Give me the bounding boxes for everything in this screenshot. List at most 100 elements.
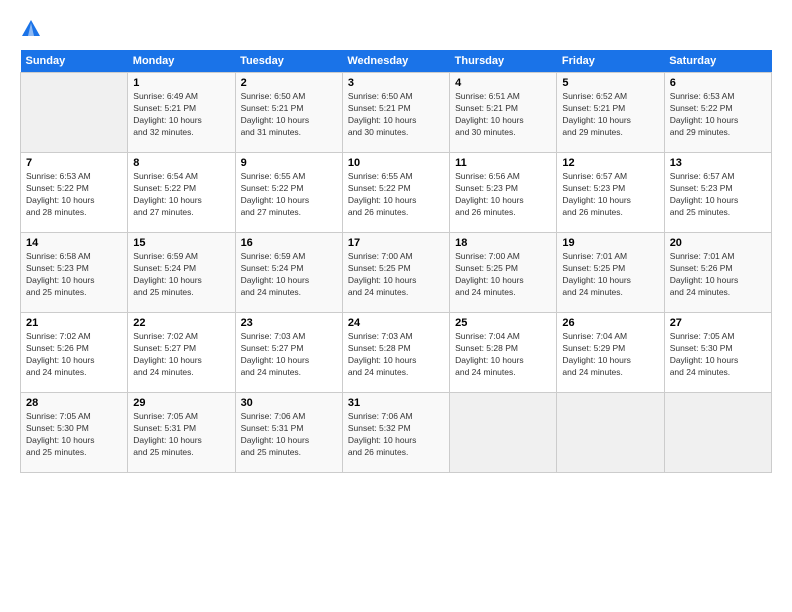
day-number: 17: [348, 237, 444, 249]
day-info: Sunrise: 6:53 AMSunset: 5:22 PMDaylight:…: [26, 171, 122, 219]
calendar-cell: [450, 393, 557, 473]
day-number: 27: [670, 317, 766, 329]
calendar-cell: 29 Sunrise: 7:05 AMSunset: 5:31 PMDayligh…: [128, 393, 235, 473]
day-number: 1: [133, 77, 229, 89]
day-info: Sunrise: 7:00 AMSunset: 5:25 PMDaylight:…: [348, 251, 444, 299]
calendar-cell: 5 Sunrise: 6:52 AMSunset: 5:21 PMDaylight…: [557, 73, 664, 153]
page: SundayMondayTuesdayWednesdayThursdayFrid…: [0, 0, 792, 612]
day-info: Sunrise: 6:50 AMSunset: 5:21 PMDaylight:…: [241, 91, 337, 139]
day-info: Sunrise: 6:53 AMSunset: 5:22 PMDaylight:…: [670, 91, 766, 139]
day-number: 25: [455, 317, 551, 329]
calendar-cell: 7 Sunrise: 6:53 AMSunset: 5:22 PMDaylight…: [21, 153, 128, 233]
day-info: Sunrise: 6:59 AMSunset: 5:24 PMDaylight:…: [133, 251, 229, 299]
calendar-cell: [21, 73, 128, 153]
calendar-cell: 11Sunrise: 6:56 AMSunset: 5:23 PMDayligh…: [450, 153, 557, 233]
calendar-header: SundayMondayTuesdayWednesdayThursdayFrid…: [21, 50, 772, 73]
day-info: Sunrise: 6:52 AMSunset: 5:21 PMDaylight:…: [562, 91, 658, 139]
header-row: SundayMondayTuesdayWednesdayThursdayFrid…: [21, 50, 772, 73]
day-number: 18: [455, 237, 551, 249]
header-cell-thursday: Thursday: [450, 50, 557, 73]
day-number: 12: [562, 157, 658, 169]
calendar-week-5: 28 Sunrise: 7:05 AMSunset: 5:30 PMDayligh…: [21, 393, 772, 473]
day-number: 23: [241, 317, 337, 329]
day-number: 19: [562, 237, 658, 249]
calendar-cell: 22 Sunrise: 7:02 AMSunset: 5:27 PMDayligh…: [128, 313, 235, 393]
calendar-cell: 15 Sunrise: 6:59 AMSunset: 5:24 PMDayligh…: [128, 233, 235, 313]
day-info: Sunrise: 7:06 AMSunset: 5:32 PMDaylight:…: [348, 411, 444, 459]
day-number: 22: [133, 317, 229, 329]
calendar-cell: 20 Sunrise: 7:01 AMSunset: 5:26 PMDayligh…: [664, 233, 771, 313]
day-number: 8: [133, 157, 229, 169]
day-number: 26: [562, 317, 658, 329]
day-number: 3: [348, 77, 444, 89]
day-number: 10: [348, 157, 444, 169]
calendar-cell: 12 Sunrise: 6:57 AMSunset: 5:23 PMDayligh…: [557, 153, 664, 233]
calendar-cell: 23 Sunrise: 7:03 AMSunset: 5:27 PMDayligh…: [235, 313, 342, 393]
header-cell-friday: Friday: [557, 50, 664, 73]
calendar-cell: 30Sunrise: 7:06 AMSunset: 5:31 PMDayligh…: [235, 393, 342, 473]
day-number: 6: [670, 77, 766, 89]
day-info: Sunrise: 7:04 AMSunset: 5:29 PMDaylight:…: [562, 331, 658, 379]
day-number: 9: [241, 157, 337, 169]
calendar-cell: 9Sunrise: 6:55 AMSunset: 5:22 PMDaylight…: [235, 153, 342, 233]
day-info: Sunrise: 7:00 AMSunset: 5:25 PMDaylight:…: [455, 251, 551, 299]
day-info: Sunrise: 7:02 AMSunset: 5:26 PMDaylight:…: [26, 331, 122, 379]
calendar-cell: 19Sunrise: 7:01 AMSunset: 5:25 PMDayligh…: [557, 233, 664, 313]
header: [20, 18, 772, 40]
calendar-cell: 17 Sunrise: 7:00 AMSunset: 5:25 PMDayligh…: [342, 233, 449, 313]
calendar-week-2: 7 Sunrise: 6:53 AMSunset: 5:22 PMDaylight…: [21, 153, 772, 233]
logo-icon: [20, 18, 42, 40]
day-info: Sunrise: 7:05 AMSunset: 5:31 PMDaylight:…: [133, 411, 229, 459]
day-info: Sunrise: 7:02 AMSunset: 5:27 PMDaylight:…: [133, 331, 229, 379]
calendar-week-4: 21 Sunrise: 7:02 AMSunset: 5:26 PMDayligh…: [21, 313, 772, 393]
calendar-cell: [664, 393, 771, 473]
calendar-week-3: 14 Sunrise: 6:58 AMSunset: 5:23 PMDayligh…: [21, 233, 772, 313]
day-info: Sunrise: 6:58 AMSunset: 5:23 PMDaylight:…: [26, 251, 122, 299]
day-number: 28: [26, 397, 122, 409]
calendar-cell: 6 Sunrise: 6:53 AMSunset: 5:22 PMDaylight…: [664, 73, 771, 153]
calendar-cell: 21 Sunrise: 7:02 AMSunset: 5:26 PMDayligh…: [21, 313, 128, 393]
day-number: 5: [562, 77, 658, 89]
day-info: Sunrise: 6:50 AMSunset: 5:21 PMDaylight:…: [348, 91, 444, 139]
header-cell-saturday: Saturday: [664, 50, 771, 73]
day-number: 13: [670, 157, 766, 169]
day-info: Sunrise: 6:54 AMSunset: 5:22 PMDaylight:…: [133, 171, 229, 219]
calendar-cell: 25Sunrise: 7:04 AMSunset: 5:28 PMDayligh…: [450, 313, 557, 393]
day-number: 11: [455, 157, 551, 169]
day-number: 24: [348, 317, 444, 329]
calendar-cell: 18 Sunrise: 7:00 AMSunset: 5:25 PMDayligh…: [450, 233, 557, 313]
day-number: 7: [26, 157, 122, 169]
day-number: 15: [133, 237, 229, 249]
calendar-cell: 14 Sunrise: 6:58 AMSunset: 5:23 PMDayligh…: [21, 233, 128, 313]
day-info: Sunrise: 6:57 AMSunset: 5:23 PMDaylight:…: [670, 171, 766, 219]
day-info: Sunrise: 7:03 AMSunset: 5:27 PMDaylight:…: [241, 331, 337, 379]
day-info: Sunrise: 6:49 AMSunset: 5:21 PMDaylight:…: [133, 91, 229, 139]
day-info: Sunrise: 6:55 AMSunset: 5:22 PMDaylight:…: [348, 171, 444, 219]
day-info: Sunrise: 6:57 AMSunset: 5:23 PMDaylight:…: [562, 171, 658, 219]
calendar-cell: 27 Sunrise: 7:05 AMSunset: 5:30 PMDayligh…: [664, 313, 771, 393]
calendar-cell: 10 Sunrise: 6:55 AMSunset: 5:22 PMDayligh…: [342, 153, 449, 233]
header-cell-monday: Monday: [128, 50, 235, 73]
day-number: 16: [241, 237, 337, 249]
header-cell-wednesday: Wednesday: [342, 50, 449, 73]
calendar-table: SundayMondayTuesdayWednesdayThursdayFrid…: [20, 50, 772, 473]
calendar-cell: 16Sunrise: 6:59 AMSunset: 5:24 PMDayligh…: [235, 233, 342, 313]
calendar-cell: [557, 393, 664, 473]
day-info: Sunrise: 7:05 AMSunset: 5:30 PMDaylight:…: [26, 411, 122, 459]
day-info: Sunrise: 7:05 AMSunset: 5:30 PMDaylight:…: [670, 331, 766, 379]
calendar-cell: 24Sunrise: 7:03 AMSunset: 5:28 PMDayligh…: [342, 313, 449, 393]
calendar-body: 1 Sunrise: 6:49 AMSunset: 5:21 PMDaylight…: [21, 73, 772, 473]
day-number: 2: [241, 77, 337, 89]
calendar-cell: 1 Sunrise: 6:49 AMSunset: 5:21 PMDaylight…: [128, 73, 235, 153]
day-info: Sunrise: 7:01 AMSunset: 5:26 PMDaylight:…: [670, 251, 766, 299]
day-number: 21: [26, 317, 122, 329]
day-number: 29: [133, 397, 229, 409]
day-number: 4: [455, 77, 551, 89]
header-cell-tuesday: Tuesday: [235, 50, 342, 73]
day-number: 14: [26, 237, 122, 249]
day-info: Sunrise: 6:51 AMSunset: 5:21 PMDaylight:…: [455, 91, 551, 139]
day-number: 31: [348, 397, 444, 409]
calendar-week-1: 1 Sunrise: 6:49 AMSunset: 5:21 PMDaylight…: [21, 73, 772, 153]
day-number: 20: [670, 237, 766, 249]
day-info: Sunrise: 7:06 AMSunset: 5:31 PMDaylight:…: [241, 411, 337, 459]
